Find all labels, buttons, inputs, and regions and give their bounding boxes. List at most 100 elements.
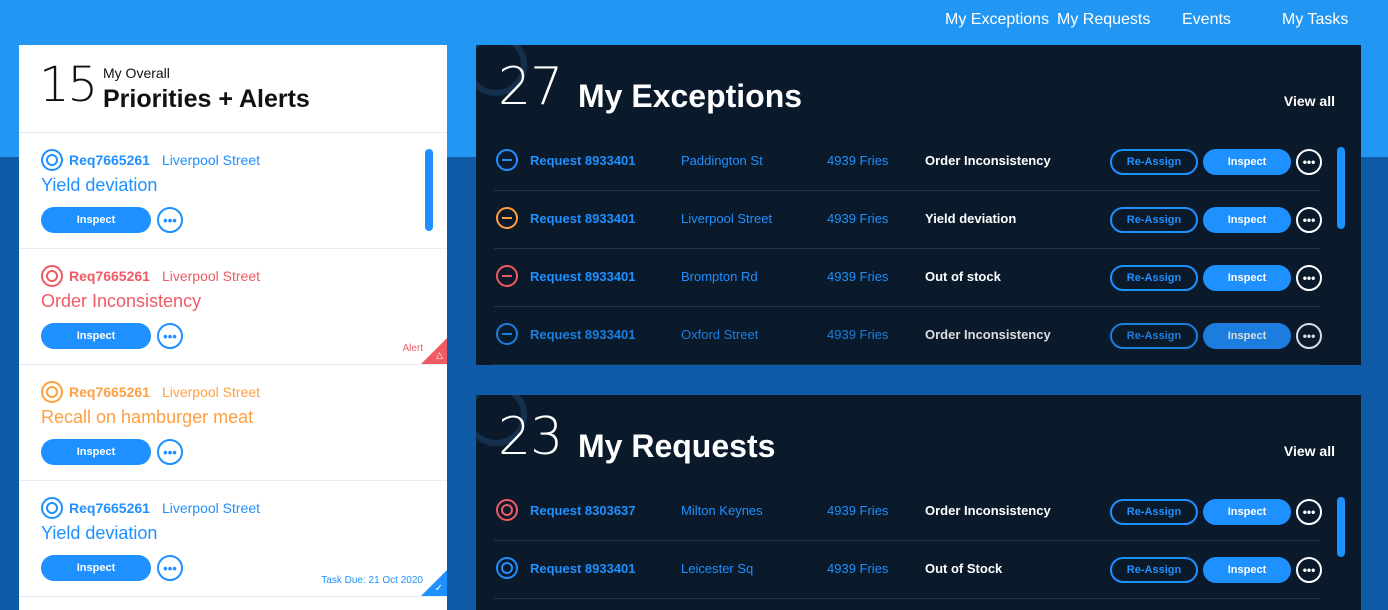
- row-location: Oxford Street: [681, 327, 759, 342]
- minus-circle-icon: [496, 323, 518, 345]
- priorities-count: 15: [39, 57, 98, 113]
- status-icon-wrap: [496, 207, 518, 229]
- minus-circle-icon: [496, 207, 518, 229]
- inspect-button[interactable]: Inspect: [41, 323, 151, 349]
- card-location: Liverpool Street: [161, 500, 261, 516]
- more-options-icon[interactable]: •••: [1296, 499, 1322, 525]
- more-options-icon[interactable]: •••: [1296, 265, 1322, 291]
- request-id[interactable]: Request 8933401: [530, 269, 636, 284]
- priorities-scrollbar[interactable]: [425, 149, 433, 231]
- card-req-id: Req7665261: [69, 500, 150, 516]
- status-icon-wrap: [496, 323, 518, 345]
- card-req-id: Req7665261: [69, 268, 150, 284]
- requests-scrollbar[interactable]: [1337, 497, 1345, 557]
- more-options-icon[interactable]: •••: [1296, 207, 1322, 233]
- target-icon: [41, 149, 63, 171]
- priority-card[interactable]: Req7665261 Liverpool Street Order Incons…: [19, 249, 447, 365]
- request-id[interactable]: Request 8303637: [530, 503, 636, 518]
- inspect-button[interactable]: Inspect: [1203, 265, 1291, 291]
- card-header: Req7665261 Liverpool Street: [41, 381, 260, 403]
- reassign-button[interactable]: Re-Assign: [1110, 557, 1198, 583]
- table-row[interactable]: Request 8933401 Leicester Sq 4939 Fries …: [494, 541, 1322, 599]
- reassign-button[interactable]: Re-Assign: [1110, 499, 1198, 525]
- priority-card[interactable]: Req7665261 Liverpool Street Yield deviat…: [19, 133, 447, 249]
- reassign-button[interactable]: Re-Assign: [1110, 265, 1198, 291]
- reassign-button[interactable]: Re-Assign: [1110, 149, 1198, 175]
- row-location: Leicester Sq: [681, 561, 754, 576]
- exceptions-title: My Exceptions: [578, 78, 803, 114]
- reassign-button[interactable]: Re-Assign: [1110, 207, 1198, 233]
- inspect-button[interactable]: Inspect: [1203, 499, 1291, 525]
- inspect-button[interactable]: Inspect: [1203, 323, 1291, 349]
- requests-count: 23: [498, 407, 563, 467]
- target-icon: [496, 499, 518, 521]
- row-location: Paddington St: [681, 153, 763, 168]
- card-location: Liverpool Street: [161, 152, 261, 168]
- more-options-icon[interactable]: •••: [1296, 149, 1322, 175]
- target-icon: [41, 497, 63, 519]
- priority-card[interactable]: Req7665261 Liverpool Street Recall on ha…: [19, 365, 447, 481]
- row-store: 4939 Fries: [827, 269, 889, 284]
- status-icon-wrap: [496, 149, 518, 171]
- request-id[interactable]: Request 8933401: [530, 327, 636, 342]
- row-issue: Out of Stock: [925, 561, 1003, 576]
- requests-view-all-link[interactable]: View all: [1284, 443, 1335, 459]
- request-id[interactable]: Request 8933401: [530, 153, 636, 168]
- inspect-button[interactable]: Inspect: [41, 439, 151, 465]
- table-row[interactable]: Request 8933401 Liverpool Street 4939 Fr…: [494, 191, 1322, 249]
- table-row[interactable]: Request 8933401 Oxford Street 4939 Fries…: [494, 307, 1322, 365]
- inspect-button[interactable]: Inspect: [41, 555, 151, 581]
- table-row[interactable]: Request 8933401 Paddington St 4939 Fries…: [494, 133, 1322, 191]
- warning-icon: △: [436, 350, 443, 360]
- priorities-header: 15 My Overall Priorities + Alerts: [19, 45, 447, 133]
- card-header: Req7665261 Liverpool Street: [41, 497, 260, 519]
- status-icon-wrap: [496, 499, 518, 521]
- more-options-icon[interactable]: •••: [157, 555, 183, 581]
- alert-corner: [421, 338, 447, 364]
- row-issue: Order Inconsistency: [925, 503, 1051, 518]
- inspect-button[interactable]: Inspect: [1203, 557, 1291, 583]
- row-issue: Order Inconsistency: [925, 327, 1051, 342]
- card-req-id: Req7665261: [69, 152, 150, 168]
- reassign-button[interactable]: Re-Assign: [1110, 323, 1198, 349]
- minus-circle-icon: [496, 149, 518, 171]
- request-id[interactable]: Request 8933401: [530, 211, 636, 226]
- card-title: Yield deviation: [41, 175, 158, 195]
- target-icon: [41, 265, 63, 287]
- card-actions: Inspect •••: [41, 555, 183, 581]
- more-options-icon[interactable]: •••: [1296, 323, 1322, 349]
- status-icon-wrap: [496, 265, 518, 287]
- inspect-button[interactable]: Inspect: [41, 207, 151, 233]
- exceptions-panel: 27 My Exceptions View all Request 893340…: [476, 45, 1361, 365]
- request-id[interactable]: Request 8933401: [530, 561, 636, 576]
- more-options-icon[interactable]: •••: [157, 323, 183, 349]
- row-store: 4939 Fries: [827, 561, 889, 576]
- row-store: 4939 Fries: [827, 153, 889, 168]
- inspect-button[interactable]: Inspect: [1203, 149, 1291, 175]
- more-options-icon[interactable]: •••: [157, 439, 183, 465]
- minus-circle-icon: [496, 265, 518, 287]
- target-icon: [496, 557, 518, 579]
- table-row[interactable]: Request 8303637 Milton Keynes 4939 Fries…: [494, 483, 1322, 541]
- check-icon: ✓: [434, 583, 443, 594]
- priorities-panel: 15 My Overall Priorities + Alerts Req766…: [19, 45, 447, 610]
- target-icon: [41, 381, 63, 403]
- status-icon-wrap: [496, 557, 518, 579]
- priority-card[interactable]: Req7665261 Liverpool Street Yield deviat…: [19, 481, 447, 597]
- more-options-icon[interactable]: •••: [157, 207, 183, 233]
- row-issue: Order Inconsistency: [925, 153, 1051, 168]
- nav-my-tasks[interactable]: My Tasks: [1282, 7, 1388, 33]
- alert-label: Alert: [402, 343, 423, 354]
- card-actions: Inspect •••: [41, 207, 183, 233]
- inspect-button[interactable]: Inspect: [1203, 207, 1291, 233]
- exceptions-view-all-link[interactable]: View all: [1284, 93, 1335, 109]
- card-header: Req7665261 Liverpool Street: [41, 149, 260, 171]
- card-location: Liverpool Street: [161, 268, 261, 284]
- exceptions-header: 27 My Exceptions View all: [476, 45, 1361, 145]
- row-issue: Yield deviation: [925, 211, 1017, 226]
- exceptions-scrollbar[interactable]: [1337, 147, 1345, 229]
- more-options-icon[interactable]: •••: [1296, 557, 1322, 583]
- card-req-id: Req7665261: [69, 384, 150, 400]
- card-title: Order Inconsistency: [41, 291, 202, 311]
- table-row[interactable]: Request 8933401 Brompton Rd 4939 Fries O…: [494, 249, 1322, 307]
